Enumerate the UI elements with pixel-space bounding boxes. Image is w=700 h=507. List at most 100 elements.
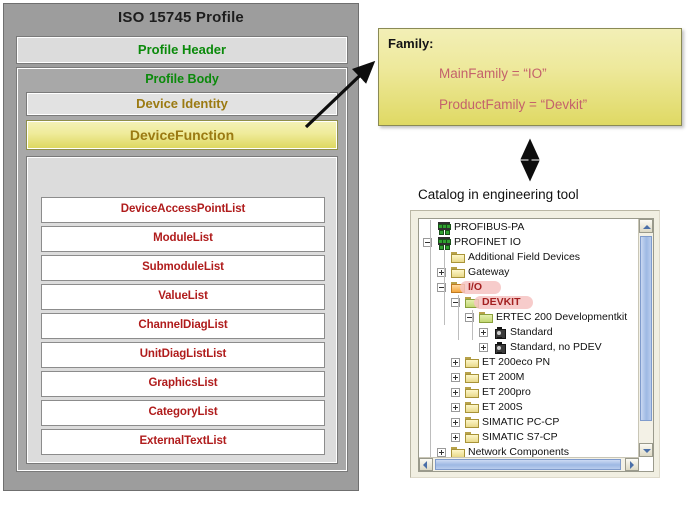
device-function-list-stack: DeviceAccessPointList ModuleList Submodule… xyxy=(41,197,325,458)
catalog-tree[interactable]: PROFIBUS-PA PROFINET IOAdditional Field D… xyxy=(419,220,638,457)
tree-item[interactable]: Network Components xyxy=(419,445,638,457)
folder-yellow-icon xyxy=(465,372,479,383)
profile-header-box: Profile Header xyxy=(16,36,348,64)
scroll-up-button[interactable] xyxy=(639,219,653,233)
folder-yellow-icon xyxy=(465,357,479,368)
device-identity-label: Device Identity xyxy=(27,96,337,111)
list-item[interactable]: SubmoduleList xyxy=(41,255,325,281)
list-item[interactable]: DeviceAccessPointList xyxy=(41,197,325,223)
tree-item-label: ET 200M xyxy=(482,371,524,383)
tree-item[interactable]: Gateway xyxy=(419,265,638,280)
tree-item-label: Standard xyxy=(510,326,553,338)
catalog-tree-panel: PROFIBUS-PA PROFINET IOAdditional Field D… xyxy=(418,218,654,472)
tree-item-label: ET 200S xyxy=(482,401,523,413)
folder-green-icon xyxy=(479,312,493,323)
list-item-label: CategoryList xyxy=(42,406,324,418)
tree-item-label: SIMATIC S7-CP xyxy=(482,431,558,443)
list-item-label: ModuleList xyxy=(42,232,324,244)
tree-item-label: Gateway xyxy=(468,266,509,278)
expand-toggle-icon[interactable] xyxy=(451,373,460,382)
list-item-label: UnitDiagListList xyxy=(42,348,324,360)
expand-toggle-icon[interactable] xyxy=(451,418,460,427)
expand-toggle-icon[interactable] xyxy=(479,343,488,352)
list-item[interactable]: GraphicsList xyxy=(41,371,325,397)
tree-guide-line xyxy=(472,310,473,340)
tree-item-label: Standard, no PDEV xyxy=(510,341,602,353)
list-item-label: GraphicsList xyxy=(42,377,324,389)
profinet-bus-icon xyxy=(437,237,451,248)
arrow-devicefunction-to-family xyxy=(300,55,382,137)
family-productfamily-value: ProductFamily = “Devkit” xyxy=(439,97,587,112)
device-function-label: DeviceFunction xyxy=(27,127,337,143)
scroll-down-button[interactable] xyxy=(639,443,653,457)
folder-yellow-icon xyxy=(451,447,465,457)
vertical-scrollbar-thumb[interactable] xyxy=(640,236,652,421)
tree-item[interactable]: Additional Field Devices xyxy=(419,250,638,265)
tree-item[interactable]: ET 200eco PN xyxy=(419,355,638,370)
scroll-left-button[interactable] xyxy=(419,458,433,471)
profile-body-label: Profile Body xyxy=(17,72,347,86)
list-item[interactable]: UnitDiagListList xyxy=(41,342,325,368)
chevron-up-icon xyxy=(643,225,651,229)
folder-yellow-icon xyxy=(465,432,479,443)
tree-item-label: ERTEC 200 Developmentkit xyxy=(496,311,627,323)
module-icon xyxy=(493,327,506,339)
catalog-panel: PROFIBUS-PA PROFINET IOAdditional Field D… xyxy=(410,210,660,478)
profinet-bus-icon xyxy=(437,222,451,233)
expand-toggle-icon[interactable] xyxy=(451,358,460,367)
tree-guide-line xyxy=(458,295,459,340)
tree-item-label: Network Components xyxy=(468,446,569,457)
tree-item[interactable]: SIMATIC PC-CP xyxy=(419,415,638,430)
tree-item[interactable]: Standard xyxy=(419,325,638,340)
tree-item[interactable]: PROFIBUS-PA xyxy=(419,220,638,235)
folder-yellow-icon xyxy=(451,252,465,263)
expand-toggle-icon[interactable] xyxy=(451,403,460,412)
horizontal-scrollbar[interactable] xyxy=(419,457,639,471)
scroll-right-button[interactable] xyxy=(625,458,639,471)
tree-item-label: DEVKIT xyxy=(482,296,521,308)
chevron-right-icon xyxy=(630,461,634,469)
tree-item[interactable]: I/O xyxy=(419,280,638,295)
module-icon xyxy=(493,342,506,354)
expand-toggle-icon[interactable] xyxy=(479,328,488,337)
page-title: ISO 15745 Profile xyxy=(4,9,358,26)
horizontal-scrollbar-thumb[interactable] xyxy=(435,459,621,470)
device-function-box[interactable]: DeviceFunction xyxy=(26,120,338,150)
list-item[interactable]: CategoryList xyxy=(41,400,325,426)
list-item[interactable]: ValueList xyxy=(41,284,325,310)
tree-item[interactable]: PROFINET IO xyxy=(419,235,638,250)
vertical-scrollbar[interactable] xyxy=(638,219,653,457)
list-item[interactable]: ExternalTextList xyxy=(41,429,325,455)
arrow-family-to-catalog xyxy=(520,136,540,184)
tree-item-label: ET 200pro xyxy=(482,386,531,398)
expand-toggle-icon[interactable] xyxy=(437,448,446,457)
family-callout-box: Family: MainFamily = “IO” ProductFamily … xyxy=(378,28,682,126)
list-item-label: SubmoduleList xyxy=(42,261,324,273)
tree-item-label: I/O xyxy=(468,281,482,293)
list-item-label: ExternalTextList xyxy=(42,435,324,447)
tree-item[interactable]: ET 200M xyxy=(419,370,638,385)
tree-item[interactable]: ET 200S xyxy=(419,400,638,415)
expand-toggle-icon[interactable] xyxy=(451,388,460,397)
tree-item[interactable]: ET 200pro xyxy=(419,385,638,400)
expand-toggle-icon[interactable] xyxy=(451,433,460,442)
tree-item[interactable]: ERTEC 200 Developmentkit xyxy=(419,310,638,325)
folder-yellow-icon xyxy=(451,267,465,278)
device-function-list-container: DeviceAccessPointList ModuleList Submodule… xyxy=(26,156,338,464)
tree-item[interactable]: DEVKIT xyxy=(419,295,638,310)
folder-yellow-icon xyxy=(465,402,479,413)
list-item-label: ChannelDiagList xyxy=(42,319,324,331)
folder-yellow-icon xyxy=(465,387,479,398)
device-identity-box: Device Identity xyxy=(26,92,338,116)
list-item[interactable]: ModuleList xyxy=(41,226,325,252)
tree-guide-line xyxy=(444,250,445,325)
tree-item-label: Additional Field Devices xyxy=(468,251,580,263)
list-item[interactable]: ChannelDiagList xyxy=(41,313,325,339)
catalog-caption: Catalog in engineering tool xyxy=(418,187,579,202)
tree-item[interactable]: Standard, no PDEV xyxy=(419,340,638,355)
list-item-label: ValueList xyxy=(42,290,324,302)
family-mainfamily-value: MainFamily = “IO” xyxy=(439,66,547,81)
tree-guide-line xyxy=(430,220,431,457)
tree-item-label: PROFIBUS-PA xyxy=(454,221,524,233)
tree-item[interactable]: SIMATIC S7-CP xyxy=(419,430,638,445)
